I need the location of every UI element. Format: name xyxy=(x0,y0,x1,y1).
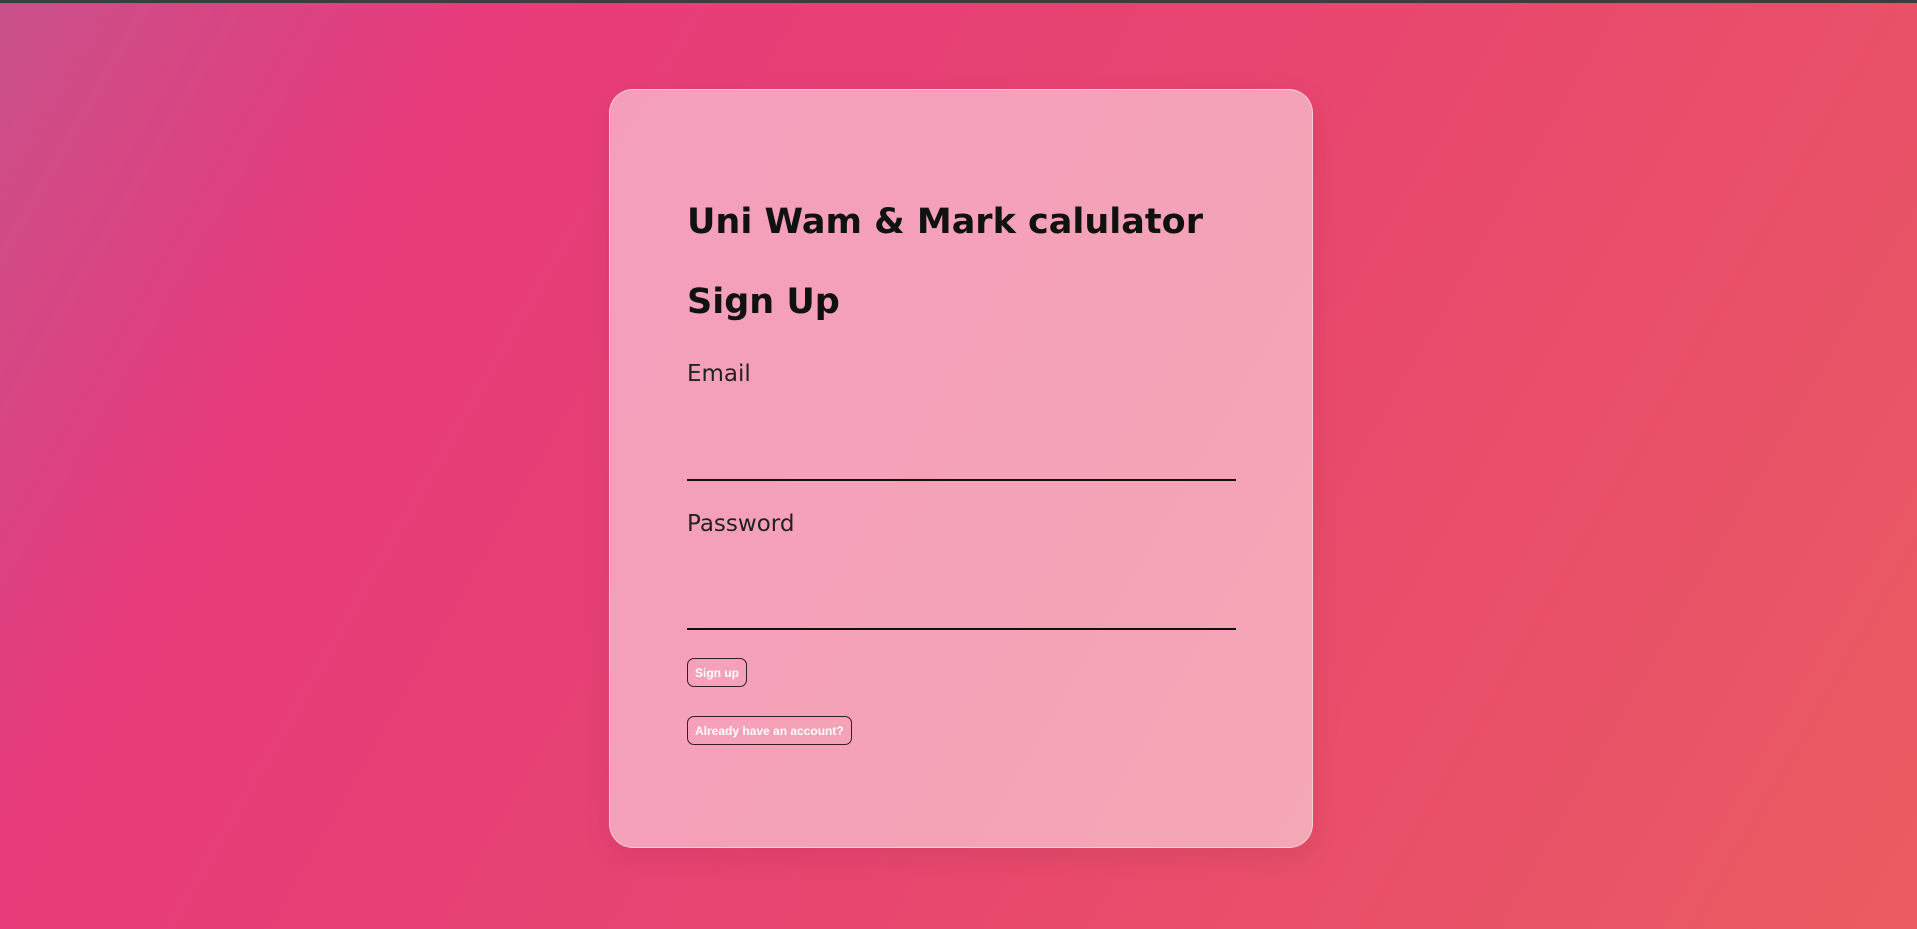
window-top-border xyxy=(0,0,1917,3)
app-title: Uni Wam & Mark calulator xyxy=(687,202,1203,242)
signup-button[interactable]: Sign up xyxy=(687,658,747,687)
already-have-account-button[interactable]: Already have an account? xyxy=(687,716,852,745)
signup-card: Uni Wam & Mark calulator Sign Up Email P… xyxy=(609,89,1313,848)
page-title: Sign Up xyxy=(687,282,840,322)
password-input[interactable] xyxy=(687,588,1236,630)
email-input[interactable] xyxy=(687,439,1236,481)
email-label: Email xyxy=(687,361,751,387)
password-label: Password xyxy=(687,511,795,537)
